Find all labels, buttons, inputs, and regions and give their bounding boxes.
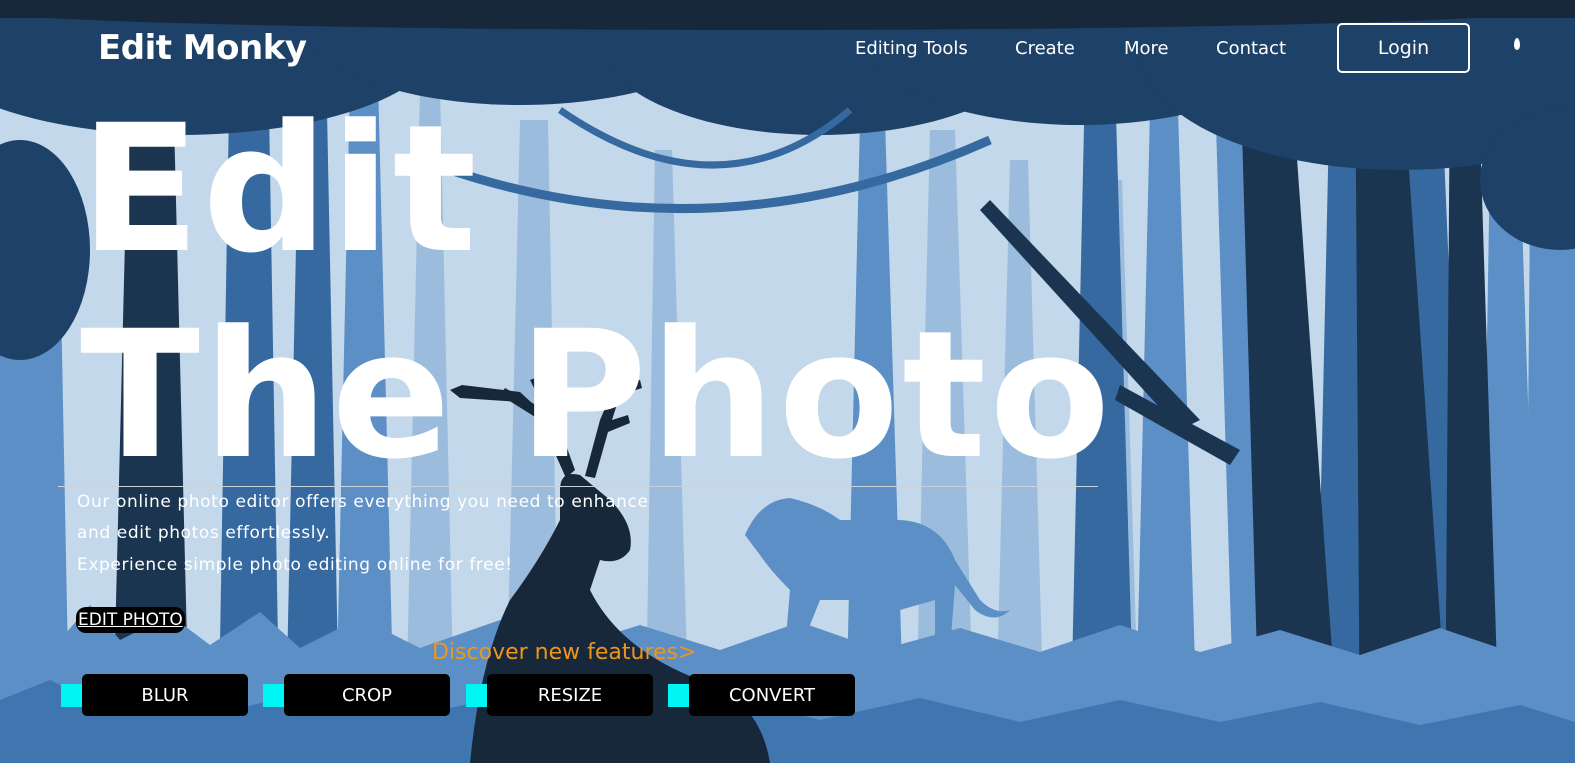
nav-contact[interactable]: Contact: [1216, 38, 1286, 59]
feature-marker-icon: [466, 684, 488, 707]
drop-icon: [1514, 38, 1520, 50]
feature-resize-button[interactable]: RESIZE: [487, 674, 653, 716]
discover-features-link[interactable]: Discover new features>: [432, 640, 696, 665]
nav-create[interactable]: Create: [1015, 38, 1075, 59]
hero-description-line: Our online photo editor offers everythin…: [77, 492, 649, 512]
feature-convert-button[interactable]: CONVERT: [689, 674, 855, 716]
feature-crop-button[interactable]: CROP: [284, 674, 450, 716]
brand-logo[interactable]: Edit Monky: [98, 28, 307, 68]
login-button[interactable]: Login: [1337, 23, 1470, 73]
hero-divider: [58, 486, 1098, 487]
nav-more[interactable]: More: [1124, 38, 1169, 59]
feature-marker-icon: [263, 684, 285, 707]
feature-marker-icon: [668, 684, 690, 707]
edit-photo-button[interactable]: EDIT PHOTO: [76, 607, 185, 633]
feature-marker-icon: [61, 684, 83, 707]
feature-blur-button[interactable]: BLUR: [82, 674, 248, 716]
hero-description-line: Experience simple photo editing online f…: [77, 555, 513, 575]
landing-page: Edit Monky Editing Tools Create More Con…: [0, 0, 1575, 763]
nav-editing-tools[interactable]: Editing Tools: [855, 38, 968, 59]
hero-title-line-2: The Photo: [80, 293, 1114, 498]
hero-description-line: and edit photos effortlessly.: [77, 523, 331, 543]
hero-title-line-1: Edit: [80, 87, 479, 292]
